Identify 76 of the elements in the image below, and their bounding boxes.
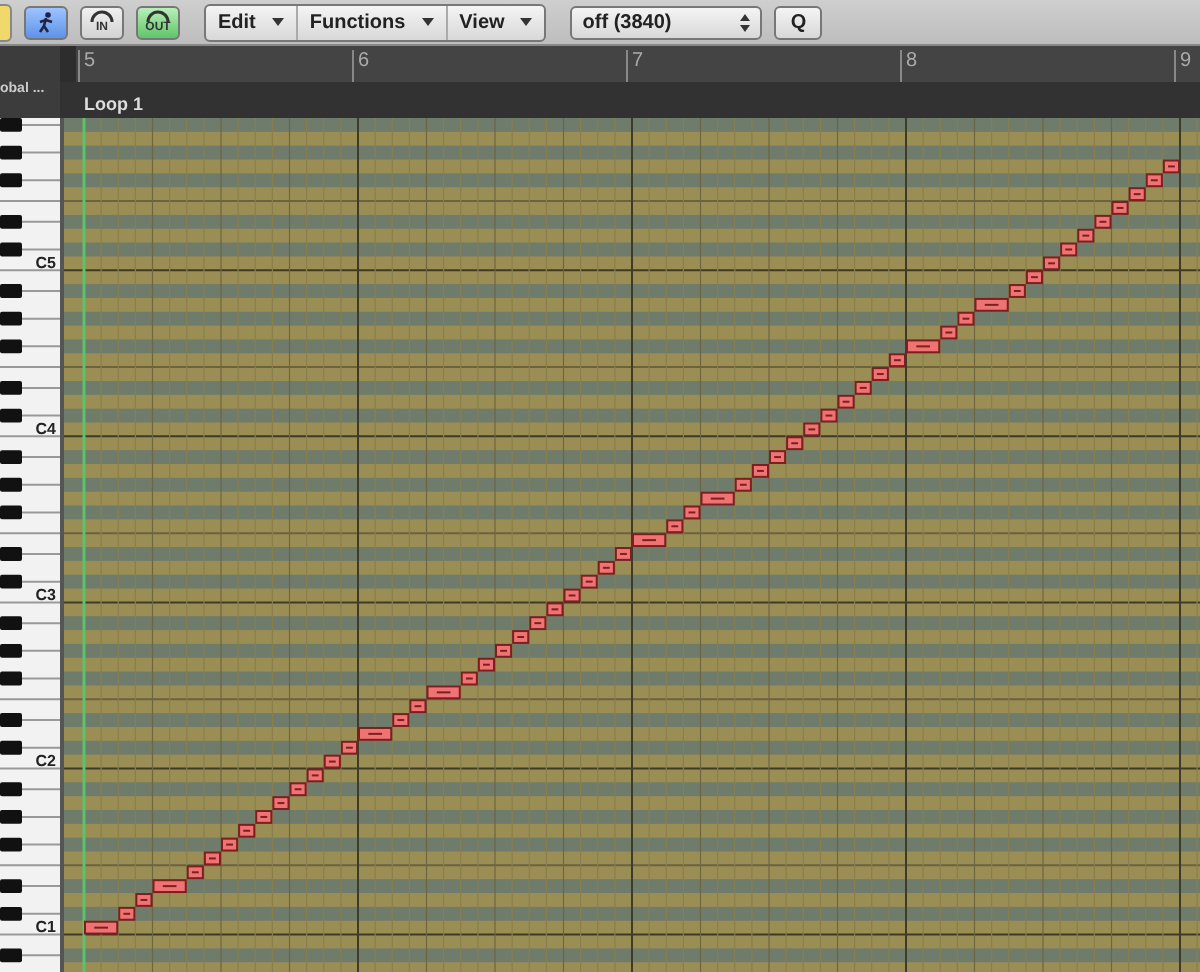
midi-note[interactable] <box>786 436 804 451</box>
region-name: Loop 1 <box>84 94 143 114</box>
midi-note[interactable] <box>769 450 787 464</box>
midi-note[interactable] <box>546 602 564 617</box>
octave-label: C1 <box>35 918 56 937</box>
midi-note[interactable] <box>1162 159 1180 174</box>
midi-note[interactable] <box>1060 242 1078 257</box>
midi-note[interactable] <box>409 699 427 714</box>
midi-note[interactable] <box>974 297 1009 312</box>
midi-note[interactable] <box>820 408 838 423</box>
quantize-button[interactable]: Q <box>774 5 823 39</box>
octave-label: C3 <box>35 586 56 605</box>
midi-note[interactable] <box>272 796 290 810</box>
midi-note[interactable] <box>358 726 393 741</box>
midi-note[interactable] <box>614 547 632 561</box>
midi-note[interactable] <box>580 574 598 589</box>
midi-note[interactable] <box>700 491 735 506</box>
octave-label: C5 <box>35 254 56 273</box>
quantize-select[interactable]: off (3840) <box>570 5 763 39</box>
midi-note[interactable] <box>632 533 667 548</box>
toolbar-button[interactable] <box>0 3 12 41</box>
catch-button[interactable] <box>24 5 68 39</box>
walking-figure-icon <box>36 11 56 33</box>
caret-icon <box>520 18 533 26</box>
midi-note[interactable] <box>597 560 615 575</box>
midi-note[interactable] <box>837 394 855 409</box>
midi-note[interactable] <box>1008 284 1026 298</box>
arc-icon <box>146 10 170 22</box>
midi-note[interactable] <box>734 477 752 492</box>
midi-note[interactable] <box>1128 187 1146 202</box>
menu-button[interactable]: Functions <box>297 5 448 39</box>
midi-note[interactable] <box>888 353 906 368</box>
midi-note[interactable] <box>118 906 136 921</box>
midi-note[interactable] <box>135 893 153 907</box>
midi-note[interactable] <box>666 519 684 534</box>
midi-note[interactable] <box>340 740 358 755</box>
midi-note[interactable] <box>1025 270 1043 285</box>
midi-note[interactable] <box>460 671 478 686</box>
midi-note[interactable] <box>477 657 495 672</box>
octave-label: C4 <box>35 420 56 439</box>
caret-icon <box>421 18 434 26</box>
midi-note[interactable] <box>1094 214 1112 229</box>
midi-note[interactable] <box>221 837 239 852</box>
midi-note[interactable] <box>495 643 513 658</box>
midi-note[interactable] <box>238 823 256 838</box>
midi-note[interactable] <box>529 616 547 631</box>
midi-note[interactable] <box>940 325 958 340</box>
midi-note[interactable] <box>152 879 187 894</box>
midi-note[interactable] <box>1145 173 1163 188</box>
menu-button[interactable]: View <box>447 5 545 39</box>
midi-note[interactable] <box>957 311 975 326</box>
midi-note[interactable] <box>1111 201 1129 215</box>
midi-note[interactable] <box>803 422 821 437</box>
midi-note[interactable] <box>563 588 581 603</box>
midi-note[interactable] <box>512 630 530 644</box>
midi-note[interactable] <box>1077 228 1095 243</box>
midi-note[interactable] <box>306 768 324 783</box>
midi-note[interactable] <box>84 920 119 935</box>
midi-note[interactable] <box>854 380 872 395</box>
menu-button[interactable]: Edit <box>206 5 298 39</box>
midi-note[interactable] <box>426 685 461 700</box>
midi-note[interactable] <box>1043 256 1061 271</box>
midi-note[interactable] <box>392 713 410 727</box>
midi-note[interactable] <box>186 865 204 880</box>
midi-note[interactable] <box>255 810 273 824</box>
stepper-icon <box>740 13 751 31</box>
midi-note[interactable] <box>871 367 889 381</box>
midi-note[interactable] <box>906 339 941 354</box>
midi-note[interactable] <box>289 782 307 797</box>
arc-icon <box>90 10 114 22</box>
midi-note[interactable] <box>751 464 769 478</box>
midi-note[interactable] <box>683 505 701 520</box>
midi-note[interactable] <box>203 851 221 866</box>
octave-label: C2 <box>35 752 56 771</box>
caret-icon <box>271 18 284 26</box>
midi-note[interactable] <box>323 754 341 769</box>
